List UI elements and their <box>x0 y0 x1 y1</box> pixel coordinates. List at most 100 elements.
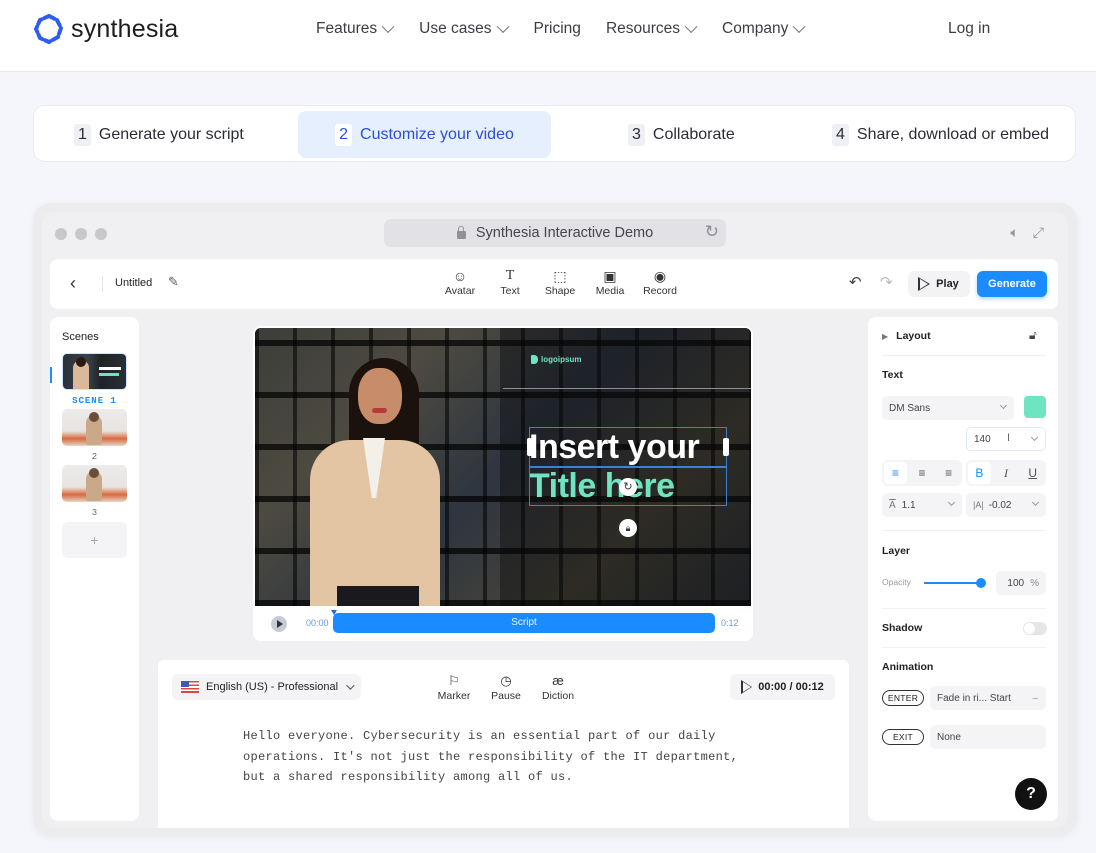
nav-features[interactable]: Features <box>316 19 395 38</box>
step-number: 3 <box>628 123 645 146</box>
letter-spacing-value: -0.02 <box>988 499 1012 511</box>
back-icon[interactable]: ‹ <box>70 273 76 294</box>
undo-icon[interactable]: ↶ <box>849 273 862 291</box>
chevron-down-icon <box>381 19 395 33</box>
exit-animation-select[interactable]: None <box>930 725 1046 749</box>
animation-label: Animation <box>882 661 934 673</box>
video-canvas[interactable]: logoipsum Insert your Title here ↻ 🔒︎ <box>255 328 751 606</box>
video-title[interactable]: Untitled <box>115 277 152 289</box>
timeline-play-button[interactable] <box>271 616 287 632</box>
nav-pricing-label: Pricing <box>533 20 581 37</box>
avatar-head <box>89 412 99 422</box>
tool-text[interactable]: T Text <box>485 267 535 297</box>
script-textarea[interactable]: Hello everyone. Cybersecurity is an esse… <box>243 726 803 788</box>
login-link[interactable]: Log in <box>948 20 990 38</box>
scene-label: 2 <box>91 452 98 462</box>
resize-handle-left[interactable] <box>527 438 533 456</box>
tool-marker[interactable]: ⚐ Marker <box>428 672 480 702</box>
logo-element[interactable]: logoipsum <box>531 355 581 364</box>
tool-label: Pause <box>491 690 521 702</box>
scenes-panel: Scenes SCENE 1 2 3 + <box>50 317 139 821</box>
script-track[interactable]: Script <box>333 613 715 633</box>
layout-section-toggle[interactable]: ▶ Layout <box>882 330 931 342</box>
align-center-icon[interactable]: ≡ <box>911 462 934 484</box>
volume-icon[interactable]: 🔈︎ <box>1010 224 1018 241</box>
divider <box>882 530 1046 531</box>
script-editor: English (US) - Professional ⚐ Marker ◷ Pau… <box>158 660 849 828</box>
letter-spacing-icon: |A| <box>973 500 984 510</box>
timeline: 00:00 Script 0:12 <box>253 606 753 641</box>
avatar-head <box>76 357 86 367</box>
main-nav: Features Use cases Pricing Resources Com… <box>316 19 830 38</box>
play-button[interactable]: Play <box>908 271 970 297</box>
expand-icon[interactable]: ⤢ <box>1033 224 1044 241</box>
step-generate-script[interactable]: 1 Generate your script <box>74 111 274 158</box>
nav-use-cases[interactable]: Use cases <box>419 19 509 38</box>
font-family-select[interactable]: DM Sans <box>882 396 1014 420</box>
step-collaborate[interactable]: 3 Collaborate <box>628 111 778 158</box>
edit-pencil-icon[interactable]: ✎ <box>168 274 179 290</box>
script-line: Hello everyone. Cybersecurity is an esse… <box>243 729 716 743</box>
tool-diction[interactable]: æ Diction <box>532 672 584 702</box>
play-icon <box>741 680 753 694</box>
lock-icon <box>456 226 466 239</box>
scene-label: 3 <box>91 508 98 518</box>
script-preview-button[interactable]: 00:00 / 00:12 <box>730 674 835 700</box>
language-selector[interactable]: English (US) - Professional <box>172 674 361 700</box>
play-icon <box>918 277 931 291</box>
video-canvas-card: logoipsum Insert your Title here ↻ 🔒︎ 00… <box>253 326 753 641</box>
align-right-icon[interactable]: ≡ <box>937 462 960 484</box>
lock-icon[interactable]: 🔓︎ <box>1029 328 1037 343</box>
rotate-icon[interactable]: ↻ <box>619 478 637 496</box>
scene-thumbnail-2[interactable] <box>62 409 127 446</box>
font-size-input[interactable]: 140 I <box>966 427 1046 451</box>
redo-icon[interactable]: ↷ <box>880 273 893 291</box>
tool-pause[interactable]: ◷ Pause <box>480 672 532 702</box>
nav-resources[interactable]: Resources <box>606 19 698 38</box>
language-label: English (US) - Professional <box>206 681 339 693</box>
shadow-toggle[interactable] <box>1023 622 1047 635</box>
chevron-down-icon <box>346 681 355 690</box>
add-scene-button[interactable]: + <box>62 522 127 558</box>
enter-animation-select[interactable]: Fade in ri... Start – <box>930 686 1046 710</box>
bold-icon[interactable]: B <box>968 462 991 484</box>
generate-button[interactable]: Generate <box>977 271 1047 297</box>
text-cursor-icon: I <box>1007 432 1011 444</box>
opacity-unit: % <box>1030 577 1039 589</box>
opacity-slider-track[interactable] <box>924 582 980 584</box>
divider <box>102 276 103 292</box>
resize-handle-right[interactable] <box>723 438 729 456</box>
line-height-select[interactable]: A 1.1 <box>882 493 962 517</box>
step-customize-video[interactable]: 2 Customize your video <box>298 111 551 158</box>
tool-avatar[interactable]: ☺ Avatar <box>435 267 485 297</box>
avatar-head <box>89 468 99 478</box>
underline-icon[interactable]: U <box>1021 462 1044 484</box>
step-label: Customize your video <box>360 125 514 143</box>
text-color-swatch[interactable] <box>1024 396 1046 418</box>
reload-icon[interactable]: ↻ <box>705 222 719 242</box>
scene-thumbnail-3[interactable] <box>62 465 127 502</box>
tool-label: Marker <box>437 690 471 702</box>
pause-icon: ◷ <box>500 673 512 688</box>
mini-title-line <box>99 367 121 370</box>
synthesia-logo[interactable]: synthesia <box>33 13 178 45</box>
step-share[interactable]: 4 Share, download or embed <box>832 111 1072 158</box>
letter-spacing-select[interactable]: |A| -0.02 <box>966 493 1046 517</box>
lock-icon[interactable]: 🔒︎ <box>619 519 637 537</box>
italic-icon[interactable]: I <box>995 462 1018 484</box>
nav-use-cases-label: Use cases <box>419 20 492 37</box>
caret-right-icon: ▶ <box>882 331 889 341</box>
scene-thumbnail-1[interactable] <box>62 353 127 390</box>
tool-media[interactable]: ▣ Media <box>585 267 635 297</box>
tool-record[interactable]: ◉ Record <box>635 267 685 297</box>
nav-pricing[interactable]: Pricing <box>534 20 581 38</box>
opacity-slider-handle[interactable] <box>976 578 986 588</box>
opacity-value: 100 <box>1007 577 1025 589</box>
opacity-input[interactable]: 100% <box>996 571 1046 595</box>
help-button[interactable]: ? <box>1015 778 1047 810</box>
tool-shape[interactable]: ⬚ Shape <box>535 267 585 297</box>
nav-company[interactable]: Company <box>722 19 806 38</box>
window-controls <box>55 228 107 240</box>
align-left-icon[interactable]: ≡ <box>884 462 907 484</box>
text-icon: T <box>505 268 515 283</box>
